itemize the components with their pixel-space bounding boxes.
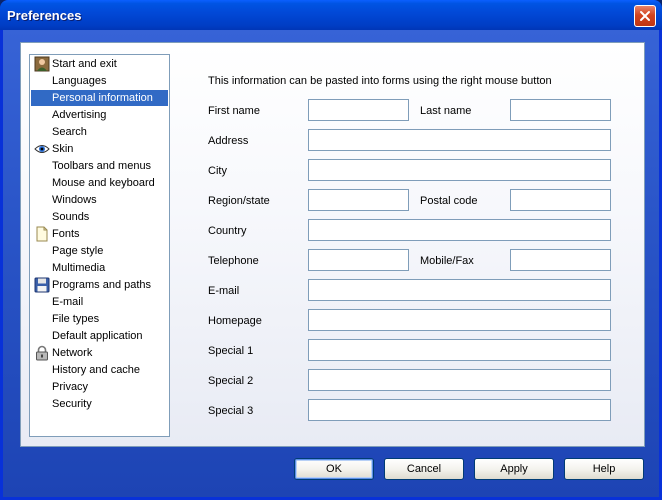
padlock-icon <box>36 345 48 361</box>
region-field[interactable] <box>308 189 409 211</box>
city-field[interactable] <box>308 159 611 181</box>
tree-item-label: Languages <box>52 75 107 87</box>
tree-item-default-application[interactable]: Default application <box>31 328 168 344</box>
close-button[interactable] <box>634 5 656 27</box>
region-label: Region/state <box>208 195 270 207</box>
special-2-label: Special 2 <box>208 375 254 387</box>
tree-item-search[interactable]: Search <box>31 124 168 140</box>
first-name-field[interactable] <box>308 99 409 121</box>
tree-item-start-and-exit[interactable]: Start and exit <box>31 56 168 72</box>
tree-item-label: Privacy <box>52 381 89 393</box>
tree-item-label: Start and exit <box>52 58 117 70</box>
tree-item-multimedia[interactable]: Multimedia <box>31 260 168 276</box>
country-label: Country <box>208 225 247 237</box>
special-1-label: Special 1 <box>208 345 254 357</box>
dialog-body: Start and exit Languages Personal inform… <box>3 30 659 497</box>
floppy-disk-icon <box>34 277 50 293</box>
telephone-field[interactable] <box>308 249 409 271</box>
tree-item-label: Windows <box>52 194 97 206</box>
postal-code-field[interactable] <box>510 189 611 211</box>
close-icon <box>640 11 650 21</box>
tree-item-personal-information[interactable]: Personal information <box>31 90 168 106</box>
telephone-label: Telephone <box>208 255 259 267</box>
tree-item-label: History and cache <box>52 364 141 376</box>
cancel-button[interactable]: Cancel <box>384 458 464 480</box>
tree-item-label: Advertising <box>52 109 107 121</box>
tree-item-advertising[interactable]: Advertising <box>31 107 168 123</box>
city-label: City <box>208 165 227 177</box>
tree-item-label: Search <box>52 126 87 138</box>
category-tree[interactable]: Start and exit Languages Personal inform… <box>29 54 170 437</box>
tree-item-label: Toolbars and menus <box>52 160 152 172</box>
tree-item-label: E-mail <box>52 296 84 308</box>
eye-icon <box>34 145 50 153</box>
ok-button[interactable]: OK <box>294 458 374 480</box>
tree-item-languages[interactable]: Languages <box>31 73 168 89</box>
homepage-label: Homepage <box>208 315 262 327</box>
tree-item-history-and-cache[interactable]: History and cache <box>31 362 168 378</box>
postal-code-label: Postal code <box>420 195 478 207</box>
tree-item-label: Multimedia <box>52 262 106 274</box>
special-1-field[interactable] <box>308 339 611 361</box>
preferences-window: Preferences Start and exit Languages Per… <box>0 0 662 500</box>
tree-item-file-types[interactable]: File types <box>31 311 168 327</box>
window-title: Preferences <box>7 8 82 23</box>
tree-item-security[interactable]: Security <box>31 396 168 412</box>
title-bar[interactable]: Preferences <box>0 0 662 30</box>
address-label: Address <box>208 135 249 147</box>
tree-item-label: Mouse and keyboard <box>52 177 155 189</box>
help-button[interactable]: Help <box>564 458 644 480</box>
address-field[interactable] <box>308 129 611 151</box>
tree-item-toolbars-and-menus[interactable]: Toolbars and menus <box>31 158 168 174</box>
tree-item-label: Default application <box>52 330 143 342</box>
tree-item-page-style[interactable]: Page style <box>31 243 168 259</box>
tree-item-label: Sounds <box>52 211 90 223</box>
tree-item-windows[interactable]: Windows <box>31 192 168 208</box>
special-2-field[interactable] <box>308 369 611 391</box>
tree-item-skin[interactable]: Skin <box>31 141 168 157</box>
apply-button[interactable]: Apply <box>474 458 554 480</box>
tree-item-sounds[interactable]: Sounds <box>31 209 168 225</box>
page-icon <box>36 226 48 242</box>
email-label: E-mail <box>208 285 240 297</box>
person-icon <box>34 56 50 72</box>
mobile-fax-label: Mobile/Fax <box>420 255 474 267</box>
tree-item-mouse-and-keyboard[interactable]: Mouse and keyboard <box>31 175 168 191</box>
tree-item-label: Security <box>52 398 92 410</box>
tree-item-programs-and-paths[interactable]: Programs and paths <box>31 277 168 293</box>
first-name-label: First name <box>208 105 260 117</box>
tree-item-label: Page style <box>52 245 104 257</box>
country-field[interactable] <box>308 219 611 241</box>
tree-item-privacy[interactable]: Privacy <box>31 379 168 395</box>
last-name-label: Last name <box>420 105 472 117</box>
tree-item-label: File types <box>52 313 100 325</box>
email-field[interactable] <box>308 279 611 301</box>
tree-item-label: Network <box>52 347 93 359</box>
tree-item-label: Fonts <box>52 228 80 240</box>
special-3-field[interactable] <box>308 399 611 421</box>
homepage-field[interactable] <box>308 309 611 331</box>
content-panel: Start and exit Languages Personal inform… <box>20 42 645 447</box>
mobile-fax-field[interactable] <box>510 249 611 271</box>
tree-item-fonts[interactable]: Fonts <box>31 226 168 242</box>
tree-item-network[interactable]: Network <box>31 345 168 361</box>
intro-text: This information can be pasted into form… <box>208 75 552 87</box>
tree-item-e-mail[interactable]: E-mail <box>31 294 168 310</box>
tree-item-label: Skin <box>52 143 74 155</box>
tree-item-label: Programs and paths <box>52 279 152 291</box>
last-name-field[interactable] <box>510 99 611 121</box>
tree-item-label: Personal information <box>52 92 153 104</box>
special-3-label: Special 3 <box>208 405 254 417</box>
